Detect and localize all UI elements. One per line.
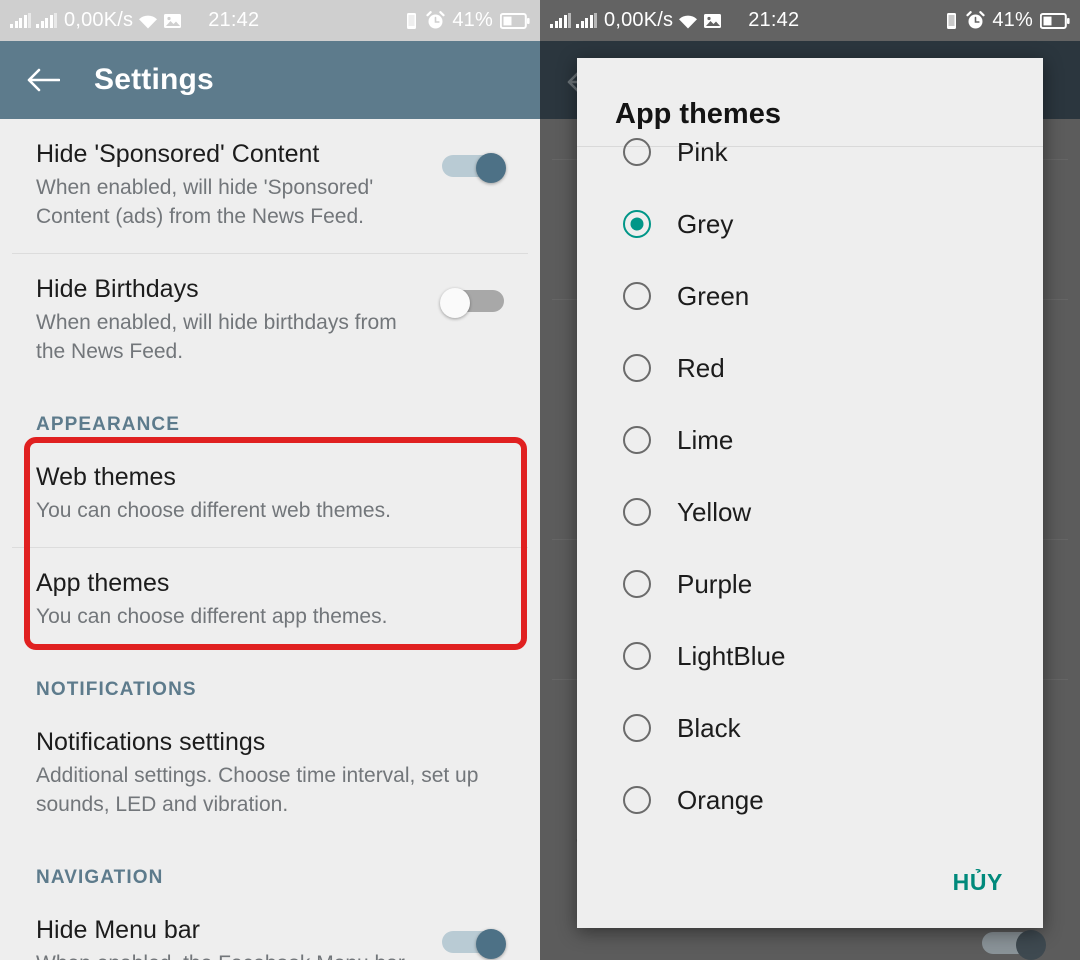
radio-button-icon[interactable]: [623, 570, 651, 598]
dimmed-toggle-hide-menu-bar: [982, 930, 1046, 960]
pref-title: Notifications settings: [36, 728, 266, 756]
app-toolbar: Settings: [0, 41, 540, 119]
pref-title: Web themes: [36, 463, 176, 491]
battery-percent-label: 41%: [452, 9, 493, 31]
clock-label: 21:42: [748, 9, 800, 31]
radio-option-orange[interactable]: Orange: [577, 764, 1043, 836]
radio-button-icon[interactable]: [623, 786, 651, 814]
radio-button-icon[interactable]: [623, 426, 651, 454]
radio-label: Black: [677, 713, 741, 743]
radio-button-icon[interactable]: [623, 282, 651, 310]
pref-summary: You can choose different web themes.: [36, 499, 391, 522]
radio-button-checked-icon[interactable]: [623, 210, 651, 238]
image-icon: [163, 12, 182, 29]
right-panel-dialog-screen: 0,00K/s 21:42 41% App themes Pink Grey G…: [540, 0, 1080, 960]
section-header-navigation: NAVIGATION: [36, 867, 164, 888]
radio-label: Lime: [677, 425, 734, 455]
radio-option-lime[interactable]: Lime: [577, 404, 1043, 476]
signal-bars-icon: [576, 13, 597, 28]
vibrate-icon: [943, 12, 959, 30]
status-bar: 0,00K/s 21:42 41%: [540, 0, 1080, 41]
pref-notifications-settings[interactable]: Notifications settings Additional settin…: [0, 707, 540, 841]
pref-summary: Additional settings. Choose time interva…: [36, 764, 479, 816]
battery-icon: [500, 12, 530, 29]
radio-label: Grey: [677, 209, 734, 239]
status-bar-right-icons: 41%: [943, 9, 1070, 32]
status-bar-right-icons: 41%: [403, 9, 530, 32]
pref-web-themes[interactable]: Web themes You can choose different web …: [0, 442, 540, 547]
alarm-icon: [966, 11, 985, 30]
toggle-hide-birthdays[interactable]: [440, 288, 504, 318]
dual-screenshot: 0,00K/s 21:42 41% Settings Hide 'Sponsor…: [0, 0, 1080, 960]
pref-hide-menu-bar[interactable]: Hide Menu bar When enabled, the Facebook…: [0, 895, 540, 960]
page-title: Settings: [94, 63, 214, 96]
pref-summary: When enabled, will hide birthdays from t…: [36, 311, 397, 363]
status-bar-left-icons: 0,00K/s: [10, 9, 182, 32]
radio-option-lightblue[interactable]: LightBlue: [577, 620, 1043, 692]
radio-label: LightBlue: [677, 641, 786, 671]
wifi-icon: [138, 13, 158, 29]
theme-options-list[interactable]: Pink Grey Green Red Lime Yellow Purple L…: [577, 130, 1043, 870]
alarm-icon: [426, 11, 445, 30]
toggle-thumb: [476, 929, 506, 959]
radio-option-yellow[interactable]: Yellow: [577, 476, 1043, 548]
radio-label: Pink: [677, 137, 728, 167]
radio-label: Purple: [677, 569, 753, 599]
status-bar-left-icons: 0,00K/s: [550, 9, 722, 32]
pref-app-themes[interactable]: App themes You can choose different app …: [0, 548, 540, 653]
radio-option-black[interactable]: Black: [577, 692, 1043, 764]
dialog-title: App themes: [615, 98, 781, 130]
radio-label: Yellow: [677, 497, 752, 527]
radio-button-icon[interactable]: [623, 138, 651, 166]
signal-bars-icon: [36, 13, 57, 28]
vibrate-icon: [403, 12, 419, 30]
toggle-thumb: [440, 288, 470, 318]
network-speed-label: 0,00K/s: [64, 9, 134, 31]
wifi-icon: [678, 13, 698, 29]
pref-title: App themes: [36, 569, 170, 597]
radio-label: Red: [677, 353, 725, 383]
radio-label: Green: [677, 281, 750, 311]
toggle-hide-menu-bar[interactable]: [442, 929, 506, 959]
status-bar: 0,00K/s 21:42 41%: [0, 0, 540, 41]
radio-label: Orange: [677, 785, 764, 815]
dialog-action-bar: HỦY: [577, 836, 1043, 928]
radio-option-green[interactable]: Green: [577, 260, 1043, 332]
section-header-appearance: APPEARANCE: [36, 414, 181, 435]
app-themes-dialog[interactable]: App themes Pink Grey Green Red Lime Yell…: [577, 58, 1043, 928]
left-panel-settings-screen: 0,00K/s 21:42 41% Settings Hide 'Sponsor…: [0, 0, 540, 960]
battery-percent-label: 41%: [992, 9, 1033, 31]
radio-button-icon[interactable]: [623, 498, 651, 526]
signal-bars-icon: [10, 13, 31, 28]
cancel-button[interactable]: HỦY: [947, 859, 1009, 906]
signal-bars-icon: [550, 13, 571, 28]
image-icon: [703, 12, 722, 29]
radio-option-grey[interactable]: Grey: [577, 188, 1043, 260]
pref-hide-birthdays[interactable]: Hide Birthdays When enabled, will hide b…: [0, 254, 540, 388]
radio-option-pink[interactable]: Pink: [577, 130, 1043, 188]
arrow-back-icon[interactable]: [26, 67, 60, 93]
radio-option-red[interactable]: Red: [577, 332, 1043, 404]
toggle-thumb: [476, 153, 506, 183]
radio-button-icon[interactable]: [623, 642, 651, 670]
pref-summary: When enabled, the Facebook Menu bar: [36, 949, 456, 960]
radio-button-icon[interactable]: [623, 354, 651, 382]
section-header-notifications: NOTIFICATIONS: [36, 679, 197, 700]
clock-label: 21:42: [208, 9, 260, 31]
radio-button-icon[interactable]: [623, 714, 651, 742]
pref-summary: You can choose different app themes.: [36, 605, 388, 628]
toggle-hide-sponsored-content[interactable]: [442, 153, 506, 183]
network-speed-label: 0,00K/s: [604, 9, 674, 31]
battery-icon: [1040, 12, 1070, 29]
settings-list[interactable]: Hide 'Sponsored' Content When enabled, w…: [0, 119, 540, 960]
radio-option-purple[interactable]: Purple: [577, 548, 1043, 620]
pref-hide-sponsored-content[interactable]: Hide 'Sponsored' Content When enabled, w…: [0, 119, 540, 253]
pref-summary: When enabled, will hide 'Sponsored' Cont…: [36, 176, 374, 228]
